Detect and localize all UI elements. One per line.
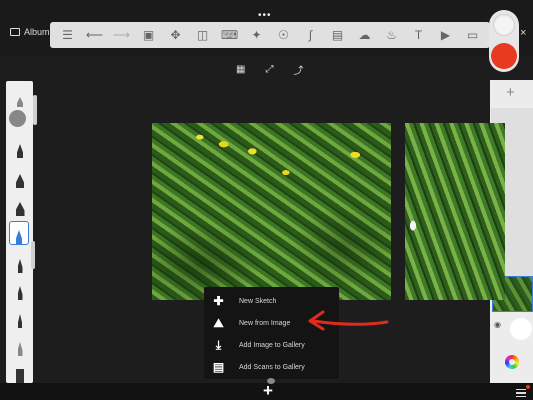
brush-eraser-icon[interactable] xyxy=(12,361,28,383)
image-icon[interactable]: ▤ xyxy=(329,27,347,43)
layer-background[interactable] xyxy=(510,318,532,340)
redo-icon[interactable]: ⟶ xyxy=(113,27,131,43)
size-slider-handle[interactable] xyxy=(33,95,37,125)
color-wheel-icon[interactable] xyxy=(505,355,519,369)
video-icon[interactable]: ▶ xyxy=(437,27,455,43)
brush-chisel-icon[interactable] xyxy=(12,194,28,216)
perspective-icon[interactable]: ☉ xyxy=(275,27,293,43)
brush-fine-icon[interactable] xyxy=(12,306,28,328)
canvas-image[interactable] xyxy=(152,123,391,300)
symmetry-icon[interactable]: ✦ xyxy=(248,27,266,43)
notification-dot xyxy=(526,385,530,389)
brush-color-swatch[interactable] xyxy=(491,43,517,69)
brush-pen-icon[interactable] xyxy=(12,278,28,300)
album-label: Album xyxy=(24,27,50,37)
plus-icon: ✚ xyxy=(213,294,224,308)
move-icon[interactable]: ✥ xyxy=(167,27,185,43)
frame-icon[interactable]: ▭ xyxy=(464,27,482,43)
grid-view-icon[interactable]: ▦ xyxy=(236,64,245,75)
more-options-icon[interactable]: ••• xyxy=(258,11,272,21)
brush-size-icon[interactable] xyxy=(493,14,515,36)
add-image-icon: ⤓ xyxy=(215,337,222,352)
album-icon xyxy=(10,28,20,36)
menu-item-add-scans[interactable]: ▤ Add Scans to Gallery xyxy=(212,357,336,377)
brush-soft-icon[interactable] xyxy=(12,334,28,356)
ruler-icon[interactable]: ⌨ xyxy=(221,27,239,43)
brush-selected-icon[interactable] xyxy=(9,221,29,245)
eye-icon[interactable]: ◉ xyxy=(494,320,501,329)
list-icon[interactable]: ☰ xyxy=(59,27,77,43)
crop-icon[interactable]: ▣ xyxy=(140,27,158,43)
text-icon[interactable]: T xyxy=(410,27,428,43)
fullscreen-icon[interactable]: ⤢ xyxy=(265,64,273,75)
export-icon[interactable]: ⤴ xyxy=(293,62,303,77)
opacity-slider-handle[interactable] xyxy=(31,241,35,269)
annotation-arrow xyxy=(308,310,389,331)
view-controls: ▦ ⤢ ⤴ xyxy=(236,62,303,77)
brush-marker-icon[interactable] xyxy=(12,136,28,158)
brush-ink-icon[interactable] xyxy=(12,251,28,273)
new-sketch-menu: ✚ New Sketch ⛰ New from Image ⤓ Add Imag… xyxy=(204,287,339,379)
album-button[interactable]: Album xyxy=(10,27,50,37)
add-layer-button[interactable]: + xyxy=(506,84,515,101)
new-sketch-button[interactable]: + xyxy=(263,382,273,399)
fill-icon[interactable]: ♨ xyxy=(383,27,401,43)
layers-icon[interactable]: ◫ xyxy=(194,27,212,43)
brush-pencil-icon[interactable] xyxy=(12,85,28,107)
brush-opacity-puck[interactable] xyxy=(9,110,26,127)
menu-item-add-image[interactable]: ⤓ Add Image to Gallery xyxy=(212,335,336,355)
undo-icon[interactable]: ⟵ xyxy=(86,27,104,43)
new-from-image-icon: ⛰ xyxy=(213,315,224,330)
add-scans-icon: ▤ xyxy=(212,360,225,374)
curve-icon[interactable]: ∫ xyxy=(302,27,320,43)
close-icon[interactable]: × xyxy=(520,27,526,39)
brush-airbrush-icon[interactable] xyxy=(12,166,28,188)
stamp-icon[interactable]: ☁ xyxy=(356,27,374,43)
tool-bar: ☰ ⟵ ⟶ ▣ ✥ ◫ ⌨ ✦ ☉ ∫ ▤ ☁ ♨ T ▶ ▭ xyxy=(50,22,490,48)
canvas-image-2[interactable] xyxy=(405,123,505,300)
hamburger-menu-icon[interactable] xyxy=(516,389,526,397)
